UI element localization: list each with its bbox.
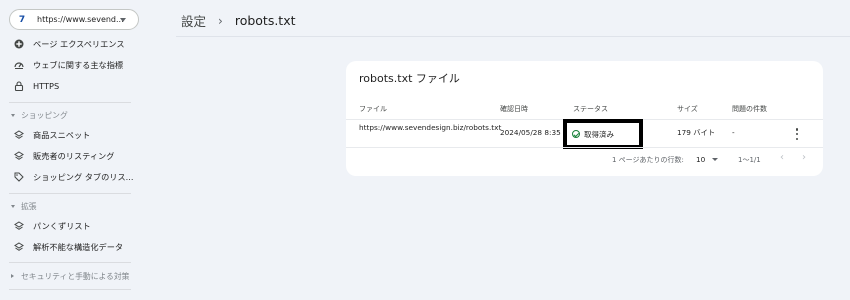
- sidebar-item-page-experience[interactable]: ページ エクスペリエンス: [0, 35, 140, 53]
- rows-per-page-label: 1 ページあたりの行数:: [612, 156, 684, 164]
- chevron-down-icon[interactable]: [712, 158, 718, 161]
- more-vert-icon[interactable]: [795, 128, 799, 140]
- previous-page-button[interactable]: ‹: [780, 153, 784, 163]
- table-row-divider: [346, 147, 823, 148]
- speedometer-icon: [14, 62, 24, 69]
- sidebar-divider: [9, 193, 131, 194]
- property-selector[interactable]: 7 https://www.sevend...: [9, 9, 139, 30]
- sidebar-section-title: ショッピング: [21, 110, 68, 120]
- sidebar-item-product-snippets[interactable]: 商品スニペット: [0, 126, 140, 144]
- robots-txt-card: robots.txt ファイル ファイル 確認日時 ステータス サイズ 問題の件…: [346, 61, 823, 176]
- sidebar-section-title: 拡張: [21, 201, 37, 211]
- tag-icon: [14, 172, 24, 182]
- sidebar-divider: [9, 262, 131, 263]
- sidebar-section-title: セキュリティと手動による対策: [21, 271, 130, 281]
- layers-icon: [14, 151, 24, 160]
- pagination-range: 1～1/1: [738, 156, 761, 164]
- sidebar-section-shopping[interactable]: ショッピング: [0, 107, 140, 123]
- sidebar-section-security[interactable]: セキュリティと手動による対策: [0, 268, 140, 284]
- next-page-button[interactable]: ›: [802, 153, 806, 163]
- check-circle-icon: [572, 130, 580, 138]
- caret-down-icon: [11, 113, 15, 117]
- column-header-file: ファイル: [359, 105, 387, 113]
- sidebar-item-unparsable-structured-data[interactable]: 解析不能な構造化データ: [0, 238, 140, 256]
- column-header-checked: 確認日時: [500, 105, 528, 113]
- breadcrumb: 設定 › robots.txt: [181, 11, 296, 30]
- sidebar-item-merchant-listings[interactable]: 販売者のリスティング: [0, 147, 140, 165]
- sidebar-item-breadcrumbs[interactable]: パンくずリスト: [0, 217, 140, 235]
- column-header-issues: 問題の件数: [732, 105, 767, 113]
- sidebar-item-label: 販売者のリスティング: [33, 151, 115, 161]
- sidebar-item-label: パンくずリスト: [33, 221, 91, 231]
- row-issues: -: [732, 128, 735, 137]
- header-divider: [176, 36, 850, 37]
- sidebar-item-label: ショッピング タブのリス...: [33, 172, 134, 182]
- breadcrumb-parent[interactable]: 設定: [181, 11, 206, 30]
- property-logo-icon: 7: [16, 13, 28, 26]
- sidebar-item-label: 商品スニペット: [33, 130, 91, 140]
- layers-icon: [14, 242, 24, 251]
- sidebar-section-enhancements[interactable]: 拡張: [0, 198, 140, 214]
- chevron-down-icon: [120, 18, 126, 22]
- sidebar-item-shopping-tab-listings[interactable]: ショッピング タブのリス...: [0, 168, 140, 186]
- row-file-url[interactable]: https://www.sevendesign.biz/robots.txt: [359, 123, 501, 133]
- sidebar-item-label: ページ エクスペリエンス: [33, 39, 125, 49]
- caret-right-icon: [11, 274, 14, 278]
- lock-icon: [14, 81, 24, 91]
- property-url: https://www.sevend...: [37, 15, 124, 24]
- caret-down-icon: [11, 204, 15, 208]
- page-title: robots.txt: [234, 13, 296, 28]
- sidebar-divider: [9, 289, 131, 290]
- sidebar-divider: [9, 102, 131, 103]
- status-highlight: 取得済み: [563, 119, 643, 149]
- sidebar-item-core-web-vitals[interactable]: ウェブに関する主な指標: [0, 56, 140, 74]
- sidebar: 7 https://www.sevend... ページ エクスペリエンス ウェブ…: [0, 0, 140, 300]
- row-size: 179 バイト: [677, 128, 716, 137]
- sidebar-item-label: ウェブに関する主な指標: [33, 60, 124, 70]
- chevron-right-icon: ›: [218, 13, 223, 28]
- plus-circle-icon: [14, 39, 24, 49]
- column-header-status: ステータス: [573, 105, 608, 113]
- rows-per-page-select[interactable]: 10: [696, 155, 705, 164]
- sidebar-item-label: 解析不能な構造化データ: [33, 242, 124, 252]
- card-title: robots.txt ファイル: [359, 72, 460, 85]
- column-header-size: サイズ: [677, 105, 698, 113]
- row-status: 取得済み: [584, 129, 614, 139]
- sidebar-item-https[interactable]: HTTPS: [0, 77, 140, 95]
- layers-icon: [14, 221, 24, 230]
- row-checked-date: 2024/05/28 8:35: [500, 128, 561, 137]
- sidebar-item-label: HTTPS: [33, 81, 60, 91]
- layers-icon: [14, 130, 24, 139]
